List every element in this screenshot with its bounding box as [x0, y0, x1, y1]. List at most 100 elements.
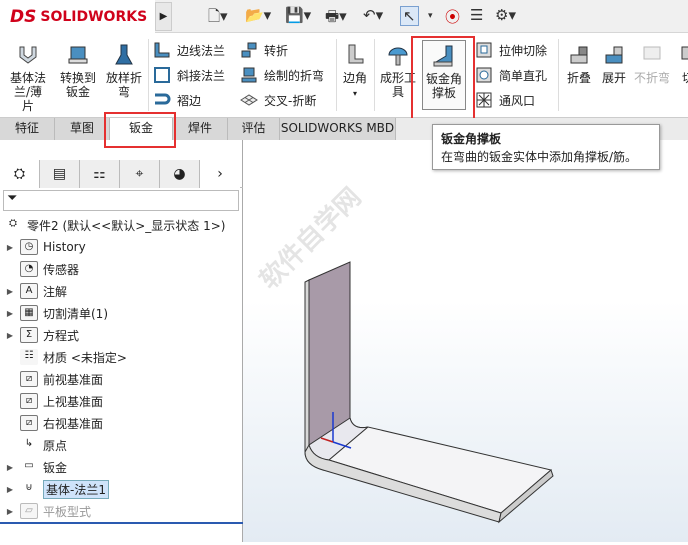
convert-to-sheet-metal-button[interactable]: 转换到 钣金 [58, 43, 98, 99]
filter-icon: ⏷ [7, 191, 18, 206]
tree-item-top-plane[interactable]: ⧄ 上视基准面 [0, 390, 243, 412]
material-icon: ☷ [20, 349, 38, 365]
save-icon[interactable]: 💾▾ [285, 6, 311, 24]
open-icon[interactable]: 📂▾ [245, 6, 271, 24]
expand-icon[interactable]: ▶ [0, 485, 20, 494]
unfold-button[interactable]: 展开 [598, 43, 630, 85]
expand-icon[interactable]: ▶ [0, 287, 20, 296]
miter-flange-icon [154, 67, 170, 83]
new-icon[interactable]: 🗋▾ [208, 6, 228, 31]
expand-icon[interactable]: ▶ [0, 463, 20, 472]
panel-tabs: ⛭ ▤ ⚏ ⌖ ◕ › [0, 160, 243, 188]
tab-weldments[interactable]: 焊件 [173, 118, 228, 140]
rip-button[interactable]: 切 [678, 43, 688, 85]
property-manager-tab-icon[interactable]: ▤ [40, 160, 80, 188]
hem-button[interactable]: 褶边 [153, 91, 201, 109]
base-flange-button[interactable]: 基体法 兰/薄片 [8, 43, 48, 113]
tree-item-right-plane[interactable]: ⧄ 右视基准面 [0, 412, 243, 434]
sketched-bend-button[interactable]: 绘制的折弯 [240, 66, 324, 84]
unfold-icon [605, 46, 623, 64]
sensors-folder-icon: ◔ [20, 261, 38, 277]
tree-item-base-flange[interactable]: ▶ ⊍ 基体-法兰1 [0, 478, 243, 500]
tooltip: 钣金角撑板 在弯曲的钣金实体中添加角撑板/筋。 [432, 124, 660, 170]
edge-flange-button[interactable]: 边线法兰 [153, 41, 225, 59]
jog-icon [241, 42, 257, 58]
tree-item-front-plane[interactable]: ⧄ 前视基准面 [0, 368, 243, 390]
base-flange-icon [19, 46, 37, 64]
vent-button[interactable]: 通风口 [475, 91, 535, 109]
highlight-box [411, 36, 475, 122]
jog-button[interactable]: 转折 [240, 41, 288, 59]
plane-icon: ⧄ [20, 415, 38, 431]
simple-hole-button[interactable]: 简单直孔 [475, 66, 547, 84]
filter-input[interactable]: ⏷ [3, 190, 239, 211]
lofted-bend-icon [115, 44, 133, 65]
rip-icon [681, 46, 688, 60]
cross-break-button[interactable]: 交叉-折断 [240, 91, 316, 109]
forming-tool-icon [388, 47, 408, 66]
fold-button[interactable]: 折叠 [563, 43, 595, 85]
options-icon[interactable]: ⚙▾ [495, 6, 516, 24]
tab-evaluate[interactable]: 评估 [228, 118, 280, 140]
equations-folder-icon: Σ [20, 327, 38, 343]
sheet-metal-icon: ▭ [24, 460, 34, 471]
tree-item-history[interactable]: ▶ ◷ History [0, 236, 243, 258]
convert-sheet-metal-icon [68, 46, 88, 64]
tab-features[interactable]: 特征 [0, 118, 55, 140]
select-dropdown-icon[interactable]: ▾ [428, 11, 433, 21]
sketched-bend-icon [241, 67, 257, 83]
sheet-metal-part-model [304, 261, 554, 524]
annotations-folder-icon: A [20, 283, 38, 299]
tree-item-cut-list[interactable]: ▶ ▦ 切割清单(1) [0, 302, 243, 324]
feature-tree: ⛭ 零件2 (默认<<默认>_显示状态 1>) ▶ ◷ History ◔ 传感器 ▶ A… [0, 214, 243, 522]
tab-solidworks-mbd[interactable]: SOLIDWORKS MBD [280, 118, 396, 140]
tree-item-origin[interactable]: ↳ 原点 [0, 434, 243, 456]
graphics-area[interactable] [243, 140, 688, 542]
lofted-bend-button[interactable]: 放样折弯 [104, 43, 144, 99]
expand-icon[interactable]: ▶ [0, 309, 20, 318]
edge-flange-icon [154, 42, 170, 58]
configuration-manager-tab-icon[interactable]: ⚏ [80, 160, 120, 188]
tree-item-equations[interactable]: ▶ Σ 方程式 [0, 324, 243, 346]
scrollbar[interactable] [0, 522, 243, 524]
solidworks-logo[interactable]: DS SOLIDWORKS [0, 0, 155, 33]
miter-flange-button[interactable]: 斜接法兰 [153, 66, 225, 84]
tree-item-annotations[interactable]: ▶ A 注解 [0, 280, 243, 302]
extruded-cut-button[interactable]: 拉伸切除 [475, 41, 547, 59]
undo-icon[interactable]: ↶▾ [363, 6, 383, 24]
feature-manager-panel: ⛭ ▤ ⚏ ⌖ ◕ › ⏷ ⛭ 零件2 (默认<<默认>_显示状态 1>) ▶ ◷ H… [0, 140, 243, 542]
panel-expand-icon[interactable]: › [200, 160, 240, 188]
traffic-light-icon[interactable]: ⦿ [445, 6, 460, 27]
expand-icon[interactable]: ▶ [0, 243, 20, 252]
feature-manager-tab-icon[interactable]: ⛭ [0, 160, 40, 188]
tree-item-sensors[interactable]: ◔ 传感器 [0, 258, 243, 280]
tree-item-sheet-metal[interactable]: ▶ ▭ 钣金 [0, 456, 243, 478]
print-icon[interactable]: 🖶▾ [325, 6, 347, 31]
no-bends-icon [643, 46, 661, 60]
origin-icon: ↳ [24, 438, 34, 449]
select-icon[interactable]: ↖ [400, 6, 419, 26]
tree-item-material[interactable]: ☷ 材质 <未指定> [0, 346, 243, 368]
corners-button[interactable]: 边角 ▾ [340, 43, 370, 101]
plane-icon: ⧄ [20, 393, 38, 409]
simple-hole-icon [476, 67, 492, 83]
tree-root[interactable]: ⛭ 零件2 (默认<<默认>_显示状态 1>) [0, 214, 243, 236]
expand-icon[interactable]: ▶ [0, 507, 20, 516]
menu-expand-button[interactable]: ▶ [155, 2, 172, 31]
expand-icon[interactable]: ▶ [0, 331, 20, 340]
corners-icon [348, 44, 364, 64]
no-bends-button[interactable]: 不折弯 [632, 43, 672, 85]
part-icon: ⛭ [9, 218, 17, 229]
extruded-cut-icon [476, 42, 492, 58]
tab-highlight-box [104, 112, 176, 148]
plane-icon: ⧄ [20, 371, 38, 387]
corners-dropdown-icon[interactable]: ▾ [353, 89, 357, 98]
display-manager-tab-icon[interactable]: ◕ [160, 160, 200, 188]
file-properties-icon[interactable]: ☰ [470, 6, 483, 24]
tree-item-flat-pattern[interactable]: ▶ ▱ 平板型式 [0, 500, 243, 522]
title-bar: DS SOLIDWORKS ▶ 🗋▾ 📂▾ 💾▾ 🖶▾ ↶▾ ↖ ▾ ⦿ ☰ ⚙… [0, 0, 688, 33]
history-folder-icon: ◷ [20, 239, 38, 255]
fold-icon [570, 46, 588, 64]
tab-sketch[interactable]: 草图 [55, 118, 110, 140]
dimxpert-tab-icon[interactable]: ⌖ [120, 160, 160, 188]
